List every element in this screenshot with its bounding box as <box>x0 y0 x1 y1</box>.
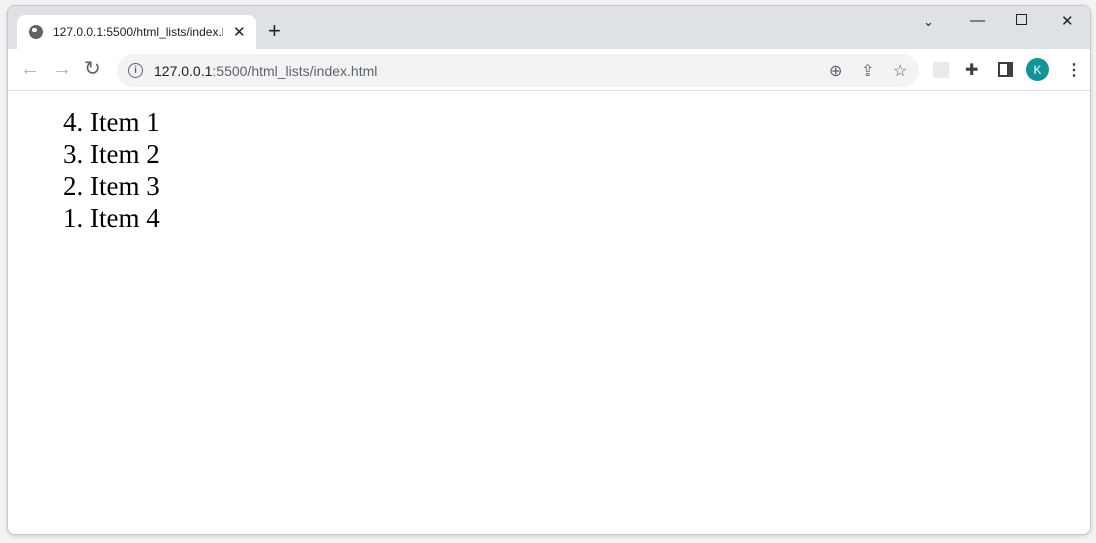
avatar[interactable]: K <box>1026 58 1049 81</box>
list-label: Item 3 <box>90 171 160 201</box>
list-item: 3. Item 2 <box>63 138 160 170</box>
back-icon[interactable]: ← <box>20 57 40 81</box>
list-label: Item 1 <box>90 107 160 137</box>
close-window-icon[interactable]: ✕ <box>1061 12 1074 30</box>
list-number: 1. <box>63 203 84 233</box>
list-label: Item 4 <box>90 203 160 233</box>
list-item: 2. Item 3 <box>63 170 160 202</box>
reload-icon[interactable]: ↻ <box>84 57 101 81</box>
minimize-icon[interactable]: — <box>970 12 985 29</box>
url-text: 127.0.0.1:5500/html_lists/index.html <box>154 63 377 79</box>
globe-icon <box>29 25 43 39</box>
puzzle-icon[interactable]: ✚ <box>965 60 978 80</box>
browser-window: 127.0.0.1:5500/html_lists/index.h ✕ + ⌄ … <box>7 5 1091 535</box>
menu-icon[interactable]: ⋮ <box>1066 60 1082 80</box>
url-path: :5500/html_lists/index.html <box>212 62 378 79</box>
tab-title: 127.0.0.1:5500/html_lists/index.h <box>53 25 223 39</box>
maximize-icon[interactable] <box>1016 14 1027 25</box>
url-host: 127.0.0.1 <box>154 62 213 79</box>
list-item: 4. Item 1 <box>63 106 160 138</box>
close-tab-icon[interactable]: ✕ <box>233 23 246 41</box>
bookmark-star-icon[interactable]: ☆ <box>893 61 907 81</box>
share-icon[interactable]: ⇪ <box>861 61 874 81</box>
reversed-ordered-list: 4. Item 1 3. Item 2 2. Item 3 1. Item 4 <box>63 106 160 234</box>
list-number: 2. <box>63 171 84 201</box>
list-number: 4. <box>63 107 84 137</box>
side-panel-icon[interactable] <box>998 62 1013 77</box>
tab-search-chevron-icon[interactable]: ⌄ <box>923 14 934 30</box>
list-number: 3. <box>63 139 84 169</box>
toolbar: ← → ↻ i 127.0.0.1:5500/html_lists/index.… <box>8 49 1090 91</box>
address-bar[interactable]: i 127.0.0.1:5500/html_lists/index.html ⊕… <box>117 54 919 87</box>
list-label: Item 2 <box>90 139 160 169</box>
page-content: 4. Item 1 3. Item 2 2. Item 3 1. Item 4 <box>8 92 1090 534</box>
extension-icon[interactable] <box>933 62 949 78</box>
new-tab-button[interactable]: + <box>268 18 281 44</box>
forward-icon[interactable]: → <box>52 57 72 81</box>
list-item: 1. Item 4 <box>63 202 160 234</box>
zoom-icon[interactable]: ⊕ <box>829 61 842 81</box>
tab-active[interactable]: 127.0.0.1:5500/html_lists/index.h ✕ <box>17 15 256 49</box>
tab-strip: 127.0.0.1:5500/html_lists/index.h ✕ + ⌄ … <box>8 6 1090 49</box>
site-info-icon[interactable]: i <box>128 63 143 78</box>
